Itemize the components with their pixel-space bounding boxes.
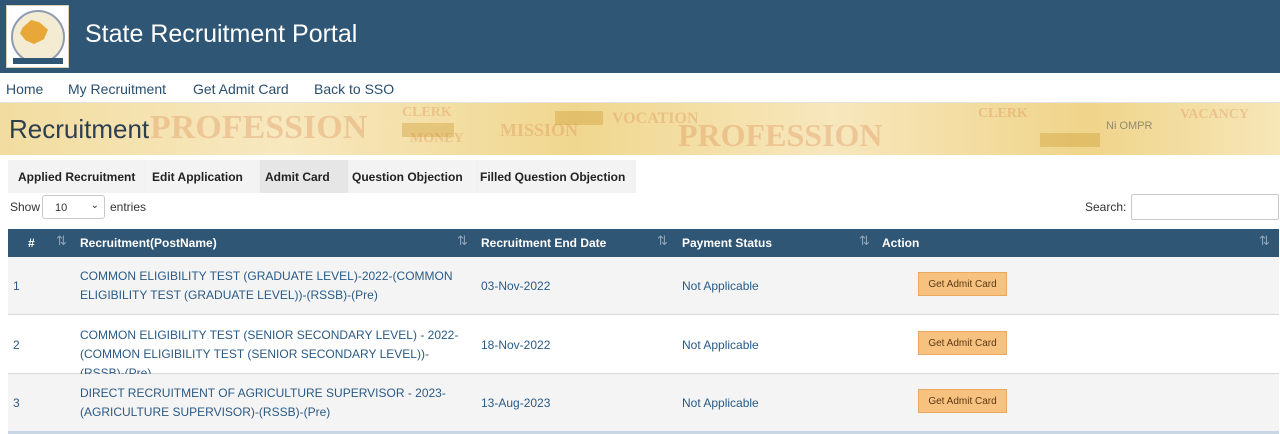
nav-back-to-sso[interactable]: Back to SSO xyxy=(314,81,394,97)
row-end-date: 03-Nov-2022 xyxy=(481,279,551,293)
tab-filled-question-objection[interactable]: Filled Question Objection xyxy=(478,160,636,193)
page-title: State Recruitment Portal xyxy=(85,20,358,48)
row-payment-status: Not Applicable xyxy=(682,338,759,352)
column-header-end-date[interactable]: Recruitment End Date xyxy=(481,236,606,250)
nav-my-recruitment[interactable]: My Recruitment xyxy=(68,81,166,97)
row-post-name: DIRECT RECRUITMENT OF AGRICULTURE SUPERV… xyxy=(80,386,446,419)
row-post-name: COMMON ELIGIBILITY TEST (GRADUATE LEVEL)… xyxy=(80,269,453,302)
banner-decor xyxy=(1040,133,1100,147)
tab-edit-application[interactable]: Edit Application xyxy=(146,160,258,193)
table-controls: Show 10 ⌄ entries Search: xyxy=(0,193,1280,229)
banner-bg-word: PROFESSION xyxy=(678,117,883,153)
banner-bg-word: CLERK xyxy=(978,106,1028,121)
column-header-payment-status[interactable]: Payment Status xyxy=(682,236,772,250)
sort-icon[interactable]: ⇅ xyxy=(657,233,668,249)
nav-home[interactable]: Home xyxy=(6,81,43,97)
row-payment-status: Not Applicable xyxy=(682,279,759,293)
chevron-down-icon: ⌄ xyxy=(90,200,99,211)
sort-icon[interactable]: ⇅ xyxy=(1259,233,1270,249)
entries-select[interactable]: 10 ⌄ xyxy=(42,195,105,219)
logo-band xyxy=(13,58,63,64)
entries-label: entries xyxy=(110,200,147,214)
banner-bg-word: PROFESSION xyxy=(150,109,368,146)
banner-bg-word: CLERK xyxy=(402,105,452,120)
get-admit-card-button[interactable]: Get Admit Card xyxy=(918,331,1007,355)
tab-question-objection[interactable]: Question Objection xyxy=(350,160,476,193)
table-row: 3 DIRECT RECRUITMENT OF AGRICULTURE SUPE… xyxy=(8,374,1279,432)
recruitment-table: # ⇅ Recruitment(PostName) ⇅ Recruitment … xyxy=(8,229,1279,434)
get-admit-card-button[interactable]: Get Admit Card xyxy=(918,272,1007,296)
row-end-date: 13-Aug-2023 xyxy=(481,396,551,410)
recruitment-tabs: Applied Recruitment Edit Application Adm… xyxy=(8,160,636,193)
row-index: 3 xyxy=(13,396,20,410)
user-name-text: Ni OMPR xyxy=(1106,120,1153,132)
entries-select-value: 10 xyxy=(55,202,68,214)
tab-admit-card[interactable]: Admit Card xyxy=(260,160,348,193)
sort-icon[interactable]: ⇅ xyxy=(56,233,67,249)
row-end-date: 18-Nov-2022 xyxy=(481,338,551,352)
column-header-action[interactable]: Action xyxy=(882,236,919,250)
section-banner: PROFESSION CLERK MONEY MISSION VOCATION … xyxy=(0,103,1280,155)
table-row: 2 COMMON ELIGIBILITY TEST (SENIOR SECOND… xyxy=(8,316,1279,380)
top-nav: Home My Recruitment Get Admit Card Back … xyxy=(0,73,1280,103)
column-header-index[interactable]: # xyxy=(28,236,35,250)
sort-icon[interactable]: ⇅ xyxy=(859,233,870,249)
row-index: 2 xyxy=(13,338,20,352)
section-title: Recruitment xyxy=(9,114,150,144)
get-admit-card-button[interactable]: Get Admit Card xyxy=(918,389,1007,413)
banner-bg-word: VACANCY xyxy=(1180,107,1249,122)
tab-applied-recruitment[interactable]: Applied Recruitment xyxy=(8,160,144,193)
column-header-post[interactable]: Recruitment(PostName) xyxy=(80,236,217,250)
app-header: State Recruitment Portal xyxy=(0,0,1280,73)
portal-logo[interactable] xyxy=(6,5,69,68)
nav-get-admit-card[interactable]: Get Admit Card xyxy=(193,81,289,97)
banner-decor xyxy=(555,111,603,125)
row-payment-status: Not Applicable xyxy=(682,396,759,410)
banner-decor xyxy=(402,123,454,137)
show-label: Show xyxy=(10,200,41,214)
search-label: Search: xyxy=(1085,200,1127,214)
table-row: 1 COMMON ELIGIBILITY TEST (GRADUATE LEVE… xyxy=(8,257,1279,315)
row-index: 1 xyxy=(13,279,20,293)
table-header: # ⇅ Recruitment(PostName) ⇅ Recruitment … xyxy=(8,229,1279,257)
sort-icon[interactable]: ⇅ xyxy=(457,233,468,249)
search-input[interactable] xyxy=(1131,194,1279,220)
